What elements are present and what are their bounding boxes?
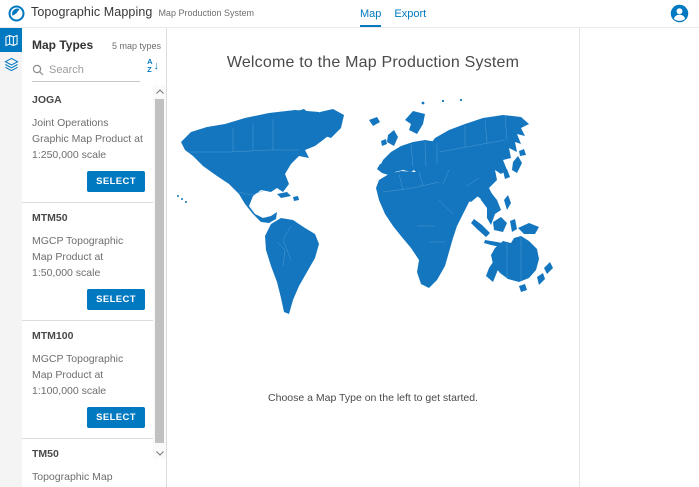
select-button-joga[interactable]: SELECT xyxy=(87,171,145,192)
sidebar-scrollbar[interactable] xyxy=(153,85,166,459)
sort-az-button[interactable]: A Z ↓ xyxy=(147,58,159,74)
panel-header: Map Types 5 map types xyxy=(22,28,166,56)
map-type-name: JOGA xyxy=(32,94,145,106)
app-window: Topographic Mapping Map Production Syste… xyxy=(0,0,699,487)
map-type-name: MTM50 xyxy=(32,212,145,224)
map-type-name: TM50 xyxy=(32,448,145,460)
scroll-down-arrow[interactable] xyxy=(153,447,166,459)
app-header: Topographic Mapping Map Production Syste… xyxy=(0,0,699,28)
map-type-description: MGCP Topographic Map Product at 1:100,00… xyxy=(32,351,145,399)
list-item-joga: JOGA Joint Operations Graphic Map Produc… xyxy=(22,85,153,203)
select-button-mtm100[interactable]: SELECT xyxy=(87,407,145,428)
nav-tab-export[interactable]: Export xyxy=(394,0,426,27)
app-subtitle: Map Production System xyxy=(158,8,254,18)
map-types-panel: Map Types 5 map types A Z ↓ JOGA xyxy=(22,28,167,487)
scroll-up-arrow[interactable] xyxy=(153,85,166,97)
search-box xyxy=(32,60,140,82)
world-map-image xyxy=(173,80,573,380)
right-empty-area xyxy=(580,28,699,487)
app-title: Topographic Mapping xyxy=(31,5,152,19)
search-icon xyxy=(32,64,44,76)
nav-tab-map[interactable]: Map xyxy=(360,0,381,27)
left-icon-strip xyxy=(0,28,22,487)
layers-panel-button[interactable] xyxy=(0,52,22,76)
map-type-count: 5 map types xyxy=(112,41,161,51)
map-type-description: Joint Operations Graphic Map Product at … xyxy=(32,115,145,163)
map-type-description: Topographic Map Product at 1:50,000 scal… xyxy=(32,469,145,487)
welcome-panel: Welcome to the Map Production System xyxy=(167,28,580,487)
map-type-list: JOGA Joint Operations Graphic Map Produc… xyxy=(22,85,153,487)
layers-icon xyxy=(4,57,19,72)
list-item-tm50: TM50 Topographic Map Product at 1:50,000… xyxy=(22,439,153,487)
globe-logo-icon xyxy=(8,5,25,22)
map-type-name: MTM100 xyxy=(32,330,145,342)
sort-arrow-icon: ↓ xyxy=(154,61,160,72)
content-area: Map Types 5 map types A Z ↓ JOGA xyxy=(0,28,699,487)
list-item-mtm50: MTM50 MGCP Topographic Map Product at 1:… xyxy=(22,203,153,321)
instruction-text: Choose a Map Type on the left to get sta… xyxy=(167,392,579,404)
top-nav: Map Export xyxy=(360,0,426,27)
search-input[interactable] xyxy=(49,64,133,76)
map-types-panel-button[interactable] xyxy=(0,28,22,52)
map-type-description: MGCP Topographic Map Product at 1:50,000… xyxy=(32,233,145,281)
select-button-mtm50[interactable]: SELECT xyxy=(87,289,145,310)
scrollbar-thumb[interactable] xyxy=(155,99,164,443)
world-map xyxy=(173,80,573,380)
welcome-title: Welcome to the Map Production System xyxy=(167,54,579,72)
panel-title: Map Types xyxy=(32,38,93,52)
map-panel-icon xyxy=(5,34,18,47)
list-item-mtm100: MTM100 MGCP Topographic Map Product at 1… xyxy=(22,321,153,439)
user-avatar-button[interactable] xyxy=(670,4,689,23)
brand: Topographic Mapping Map Production Syste… xyxy=(0,5,254,22)
